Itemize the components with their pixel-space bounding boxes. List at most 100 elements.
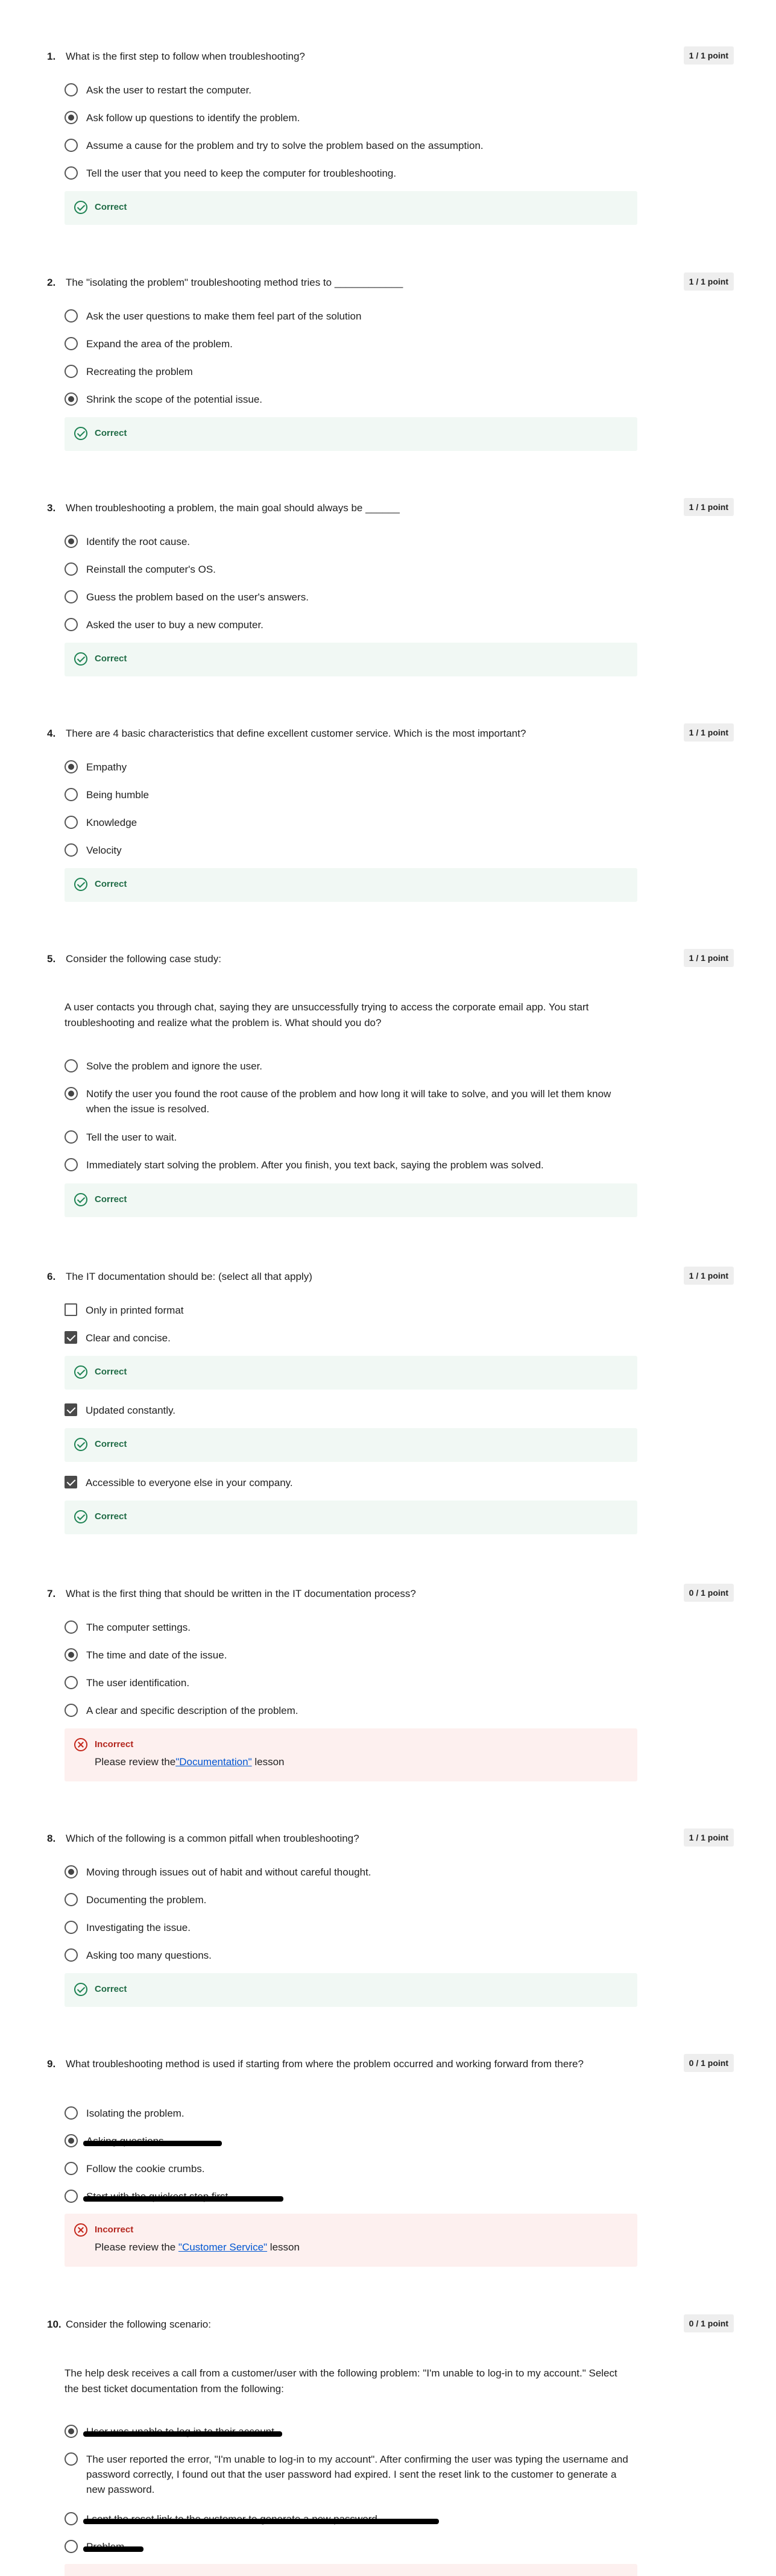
option[interactable]: Updated constantly.	[65, 1403, 637, 1418]
option[interactable]: Problem	[65, 2539, 637, 2554]
radio-button-selected[interactable]	[65, 392, 78, 406]
option[interactable]: Moving through issues out of habit and w…	[65, 1865, 637, 1880]
option[interactable]: The time and date of the issue.	[65, 1648, 637, 1663]
radio-button[interactable]	[65, 1704, 78, 1717]
option[interactable]: Reinstall the computer's OS.	[65, 562, 637, 577]
radio-button[interactable]	[65, 337, 78, 350]
option[interactable]: Tell the user that you need to keep the …	[65, 166, 637, 181]
option[interactable]: A clear and specific description of the …	[65, 1703, 637, 1718]
question-text: The IT documentation should be: (select …	[66, 1271, 312, 1282]
redaction-mark	[83, 2196, 283, 2202]
radio-button-selected[interactable]	[65, 2134, 78, 2147]
radio-button[interactable]	[65, 309, 78, 323]
option[interactable]: Notify the user you found the root cause…	[65, 1086, 637, 1116]
option[interactable]: Follow the cookie crumbs.	[65, 2161, 637, 2176]
radio-button[interactable]	[65, 1059, 78, 1072]
radio-button[interactable]	[65, 1130, 78, 1144]
question-number: 6.	[47, 1271, 56, 1282]
option[interactable]: Velocity	[65, 843, 637, 858]
radio-button-selected[interactable]	[65, 1087, 78, 1100]
radio-button[interactable]	[65, 562, 78, 576]
radio-button[interactable]	[65, 2106, 78, 2120]
question-text: Consider the following scenario:	[66, 2319, 211, 2330]
points-badge: 1 / 1 point	[683, 1828, 734, 1847]
points-badge: 1 / 1 point	[683, 46, 734, 65]
points-badge: 1 / 1 point	[683, 498, 734, 516]
radio-button[interactable]	[65, 2162, 78, 2175]
option[interactable]: The computer settings.	[65, 1620, 637, 1635]
feedback-correct: Correct	[65, 417, 637, 451]
check-circle-icon	[74, 1438, 87, 1451]
customer-service-lesson-link[interactable]: "Customer Service"	[178, 2241, 267, 2253]
option[interactable]: Clear and concise.	[65, 1331, 637, 1346]
radio-button[interactable]	[65, 1921, 78, 1934]
check-circle-icon	[74, 427, 87, 440]
check-circle-icon	[74, 1983, 87, 1996]
question-number: 2.	[47, 277, 56, 288]
radio-button[interactable]	[65, 1893, 78, 1906]
question-text: When troubleshooting a problem, the main…	[66, 502, 400, 514]
checkbox[interactable]	[65, 1303, 77, 1316]
checkbox-checked[interactable]	[65, 1476, 77, 1488]
option[interactable]: Identify the root cause.	[65, 534, 637, 549]
option[interactable]: The user reported the error, "I'm unable…	[65, 2452, 637, 2497]
radio-button-selected[interactable]	[65, 1648, 78, 1661]
option[interactable]: Isolating the problem.	[65, 2106, 637, 2121]
option[interactable]: Shrink the scope of the potential issue.	[65, 392, 637, 407]
check-circle-icon	[74, 1365, 87, 1379]
points-badge: 0 / 1 point	[683, 2054, 734, 2072]
radio-button[interactable]	[65, 83, 78, 96]
quiz-results: 1. What is the first step to follow when …	[0, 0, 776, 2576]
option[interactable]: Asking too many questions.	[65, 1948, 637, 1963]
option[interactable]: Documenting the problem.	[65, 1892, 637, 1907]
radio-button[interactable]	[65, 1620, 78, 1634]
radio-button[interactable]	[65, 590, 78, 603]
option[interactable]: Accessible to everyone else in your comp…	[65, 1475, 637, 1490]
documentation-lesson-link[interactable]: "Documentation"	[175, 1756, 251, 1768]
option[interactable]: Empathy	[65, 760, 637, 775]
radio-button[interactable]	[65, 1676, 78, 1689]
radio-button-selected[interactable]	[65, 760, 78, 773]
radio-button[interactable]	[65, 1158, 78, 1171]
radio-button[interactable]	[65, 139, 78, 152]
radio-button[interactable]	[65, 166, 78, 180]
redaction-mark	[83, 2519, 439, 2524]
radio-button[interactable]	[65, 1948, 78, 1962]
option[interactable]: Knowledge	[65, 815, 637, 830]
option[interactable]: Investigating the issue.	[65, 1920, 637, 1935]
radio-button-selected[interactable]	[65, 1865, 78, 1878]
option[interactable]: Assume a cause for the problem and try t…	[65, 138, 637, 153]
radio-button-selected[interactable]	[65, 2425, 78, 2438]
option[interactable]: The user identification.	[65, 1675, 637, 1690]
option[interactable]: Recreating the problem	[65, 364, 637, 379]
checkbox-checked[interactable]	[65, 1331, 77, 1344]
radio-button-selected[interactable]	[65, 111, 78, 124]
option[interactable]: Ask the user questions to make them feel…	[65, 309, 637, 324]
option[interactable]: Guess the problem based on the user's an…	[65, 590, 637, 605]
check-circle-icon	[74, 652, 87, 666]
radio-button[interactable]	[65, 365, 78, 378]
option[interactable]: Asked the user to buy a new computer.	[65, 617, 637, 632]
radio-button[interactable]	[65, 618, 78, 631]
radio-button-selected[interactable]	[65, 535, 78, 548]
radio-button[interactable]	[65, 2452, 78, 2466]
feedback-incorrect: Incorrect Please review the"Documentation…	[65, 1728, 637, 1781]
radio-button[interactable]	[65, 843, 78, 857]
radio-button[interactable]	[65, 2512, 78, 2525]
option[interactable]: Ask follow up questions to identify the …	[65, 110, 637, 125]
option[interactable]: Ask the user to restart the computer.	[65, 83, 637, 98]
radio-button[interactable]	[65, 2540, 78, 2553]
radio-button[interactable]	[65, 816, 78, 829]
radio-button[interactable]	[65, 788, 78, 801]
option[interactable]: Solve the problem and ignore the user.	[65, 1059, 637, 1074]
radio-button[interactable]	[65, 2190, 78, 2203]
option[interactable]: Expand the area of the problem.	[65, 336, 637, 351]
question-number: 9.	[47, 2058, 56, 2070]
option[interactable]: Tell the user to wait.	[65, 1130, 637, 1145]
checkbox-checked[interactable]	[65, 1403, 77, 1416]
question-number: 5.	[47, 953, 56, 965]
question-number: 1.	[47, 51, 56, 62]
option[interactable]: Only in printed format	[65, 1303, 637, 1318]
option[interactable]: Being humble	[65, 787, 637, 802]
option[interactable]: Immediately start solving the problem. A…	[65, 1157, 637, 1173]
